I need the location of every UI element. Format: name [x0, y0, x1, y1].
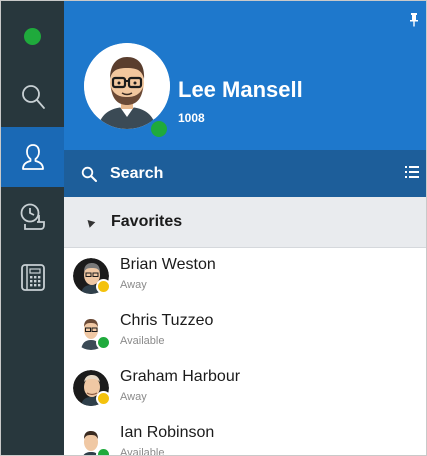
pin-icon[interactable] — [409, 13, 419, 27]
contact-row[interactable]: Chris Tuzzeo Available — [64, 304, 426, 360]
contact-row[interactable]: Graham Harbour Away — [64, 360, 426, 416]
search-bar[interactable]: Search — [64, 150, 426, 197]
contact-row[interactable]: Brian Weston Away — [64, 248, 426, 304]
contact-name: Chris Tuzzeo — [120, 312, 214, 329]
contact-state: Away — [120, 279, 147, 291]
user-name: Lee Mansell — [178, 77, 303, 102]
user-status-dot — [148, 118, 170, 140]
collapse-caret-icon[interactable] — [84, 217, 96, 228]
main-panel: Lee Mansell 1008 Search Favorites Brian … — [64, 1, 426, 456]
list-view-icon[interactable] — [405, 165, 419, 179]
rail-contacts-button[interactable] — [1, 127, 64, 187]
presence-status-dot[interactable] — [24, 28, 41, 45]
favorites-group-header[interactable]: Favorites — [64, 197, 426, 248]
user-extension: 1008 — [178, 111, 205, 125]
profile-header: Lee Mansell 1008 — [64, 1, 426, 150]
contact-state: Available — [120, 447, 165, 456]
contact-status-dot — [96, 391, 111, 406]
nav-rail — [1, 1, 64, 455]
contact-name: Brian Weston — [120, 256, 216, 273]
contact-name: Graham Harbour — [120, 368, 241, 385]
rail-dialpad-button[interactable] — [1, 247, 64, 307]
call-history-icon — [20, 203, 45, 230]
contact-row[interactable]: Ian Robinson Available — [64, 416, 426, 456]
contacts-icon — [21, 144, 44, 170]
rail-history-button[interactable] — [1, 187, 64, 247]
contact-status-dot — [96, 335, 111, 350]
softphone-window: Lee Mansell 1008 Search Favorites Brian … — [0, 0, 427, 456]
search-icon — [81, 166, 97, 182]
rail-search-button[interactable] — [1, 67, 64, 127]
search-icon — [21, 85, 45, 109]
user-avatar[interactable] — [84, 43, 170, 129]
contact-status-dot — [96, 279, 111, 294]
contact-state: Available — [120, 335, 165, 347]
contact-state: Away — [120, 391, 147, 403]
user-avatar-illustration — [84, 43, 170, 129]
contact-status-dot — [96, 447, 111, 455]
favorites-label: Favorites — [111, 213, 183, 230]
search-label[interactable]: Search — [110, 165, 163, 183]
dialpad-phone-icon — [20, 264, 45, 291]
contact-name: Ian Robinson — [120, 424, 215, 441]
